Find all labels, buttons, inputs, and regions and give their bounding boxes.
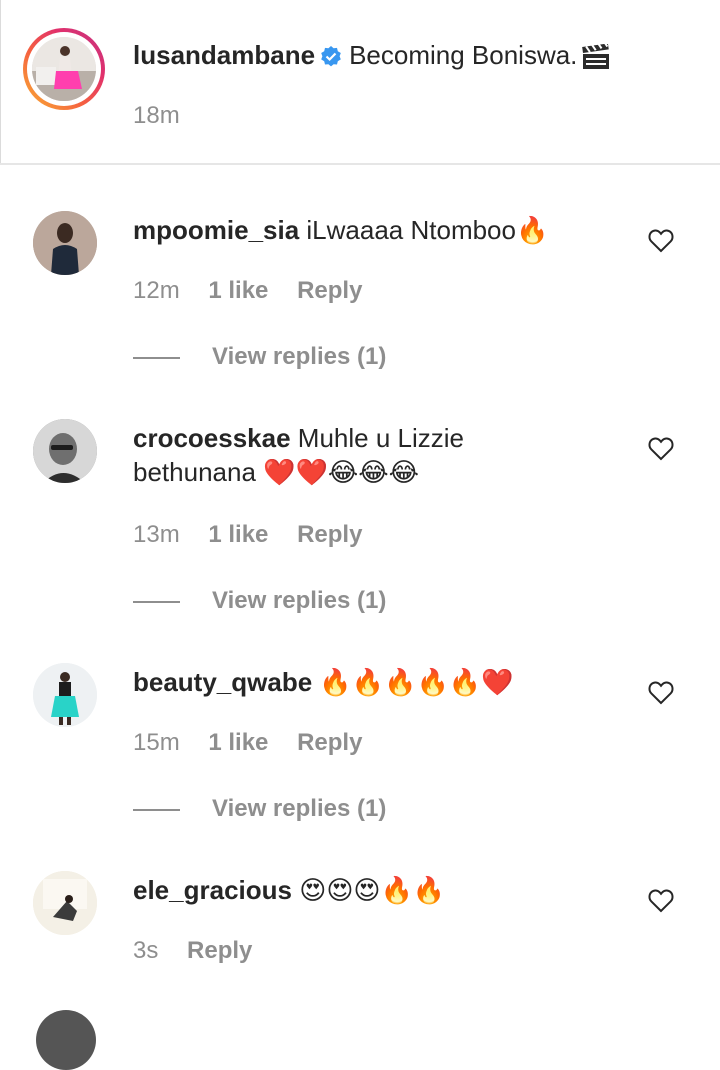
comment-username[interactable]: ele_gracious — [133, 875, 292, 905]
comment-meta: 12m 1 like Reply — [133, 277, 384, 305]
comment-likes[interactable]: 1 like — [208, 521, 268, 548]
comment-time: 15m — [133, 729, 180, 756]
reply-button[interactable]: Reply — [187, 937, 252, 964]
caption-divider — [0, 163, 720, 165]
comment-time: 3s — [133, 937, 159, 964]
avatar-photo — [33, 871, 97, 935]
view-replies-label: View replies (1) — [212, 343, 387, 370]
left-border — [0, 0, 1, 163]
commenter-avatar[interactable] — [33, 211, 97, 275]
heart-outline-icon[interactable] — [648, 889, 674, 913]
caption-text: Becoming Boniswa. — [349, 40, 578, 70]
comment-text: iLwaaaa Ntomboo🔥 — [306, 215, 549, 245]
avatar-photo — [32, 37, 96, 101]
avatar-photo — [33, 211, 97, 275]
commenter-avatar[interactable] — [33, 419, 97, 483]
reply-button[interactable]: Reply — [297, 521, 362, 548]
heart-outline-icon[interactable] — [648, 681, 674, 705]
view-replies-label: View replies (1) — [212, 587, 387, 614]
view-replies-label: View replies (1) — [212, 795, 387, 822]
post-username[interactable]: lusandambane — [133, 40, 315, 70]
comment-text-line: crocoesskae Muhle u Lizzie bethunana ❤️❤… — [133, 421, 513, 489]
comment-meta: 15m 1 like Reply — [133, 729, 384, 757]
comment-meta: 3s Reply — [133, 937, 274, 965]
commenter-avatar[interactable] — [33, 871, 97, 935]
comment-username[interactable]: beauty_qwabe — [133, 667, 312, 697]
comment-username[interactable]: crocoesskae — [133, 423, 291, 453]
post-time: 18m — [133, 102, 180, 129]
view-replies-button[interactable]: View replies (1) — [133, 587, 386, 615]
caption-line: lusandambane Becoming Boniswa. — [133, 38, 611, 72]
comment-text-line: mpoomie_sia iLwaaaa Ntomboo🔥 — [133, 213, 548, 247]
post-caption: lusandambane Becoming Boniswa. 18m — [0, 0, 720, 163]
comment-time: 13m — [133, 521, 180, 548]
comment-meta: 13m 1 like Reply — [133, 521, 384, 549]
avatar-photo — [33, 663, 97, 727]
view-replies-button[interactable]: View replies (1) — [133, 795, 386, 823]
avatar-photo — [33, 419, 97, 483]
post-meta: 18m — [133, 102, 202, 130]
heart-outline-icon[interactable] — [648, 437, 674, 461]
comment-username[interactable]: mpoomie_sia — [133, 215, 299, 245]
comment-likes[interactable]: 1 like — [208, 277, 268, 304]
comment-text-line: beauty_qwabe 🔥🔥🔥🔥🔥❤️ — [133, 665, 514, 699]
reply-button[interactable]: Reply — [297, 729, 362, 756]
view-replies-button[interactable]: View replies (1) — [133, 343, 386, 371]
post-author-avatar[interactable] — [23, 28, 105, 110]
comment-text: 😍😍😍🔥🔥 — [299, 875, 446, 905]
comment-likes[interactable]: 1 like — [208, 729, 268, 756]
commenter-avatar[interactable] — [33, 663, 97, 727]
replies-dash — [133, 808, 180, 811]
replies-dash — [133, 600, 180, 603]
comment-text: 🔥🔥🔥🔥🔥❤️ — [319, 667, 514, 697]
replies-dash — [133, 356, 180, 359]
reply-button[interactable]: Reply — [297, 277, 362, 304]
heart-outline-icon[interactable] — [648, 229, 674, 253]
comment-text-line: ele_gracious 😍😍😍🔥🔥 — [133, 873, 445, 907]
clapper-board-icon — [581, 40, 611, 70]
verified-badge-icon — [319, 43, 343, 67]
next-commenter-avatar[interactable] — [36, 1010, 96, 1070]
comment-time: 12m — [133, 277, 180, 304]
